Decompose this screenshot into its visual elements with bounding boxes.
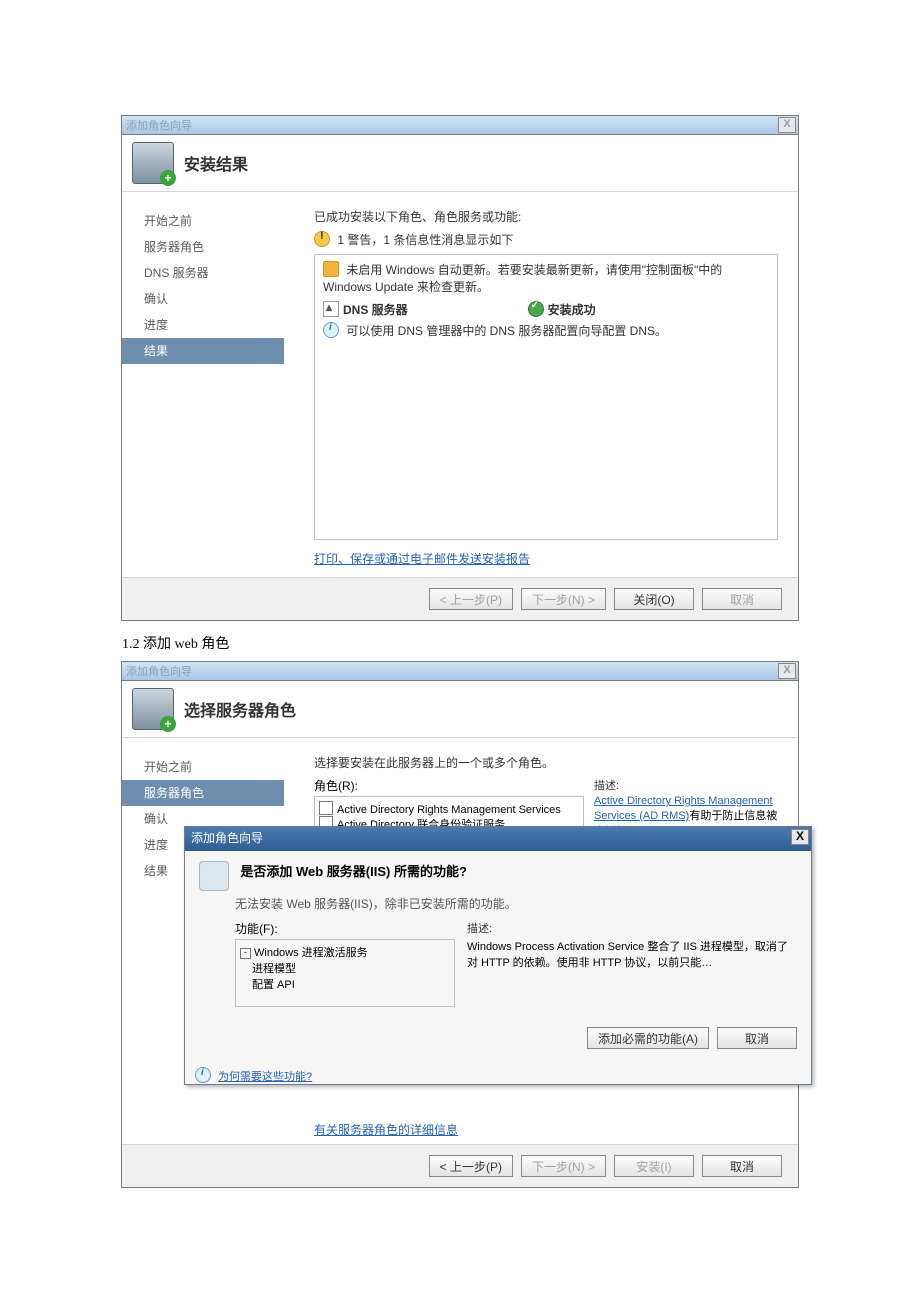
- success-icon: [528, 301, 544, 317]
- wizard-header: + 安装结果: [122, 135, 798, 192]
- close-icon[interactable]: X: [778, 663, 796, 679]
- server-role-icon: +: [132, 688, 174, 730]
- steps-sidebar: 开始之前 服务器角色 DNS 服务器 确认 进度 结果: [122, 192, 304, 577]
- wizard-icon: [199, 861, 229, 891]
- content-pane: 选择要安装在此服务器上的一个或多个角色。 角色(R): Active Direc…: [304, 738, 798, 1144]
- tree-node[interactable]: -Windows 进程激活服务: [240, 944, 450, 960]
- close-icon[interactable]: X: [778, 117, 796, 133]
- step-server-roles[interactable]: 服务器角色: [144, 234, 304, 260]
- func-label: 功能(F):: [235, 920, 455, 937]
- page-title: 选择服务器角色: [184, 697, 296, 721]
- step-before[interactable]: 开始之前: [144, 208, 304, 234]
- content-pane: 已成功安装以下角色、角色服务或功能: 1 警告，1 条信息性消息显示如下 未启用…: [304, 192, 798, 577]
- warning-icon: [314, 231, 330, 247]
- server-role-icon: +: [132, 142, 174, 184]
- instruction-text: 选择要安装在此服务器上的一个或多个角色。: [314, 754, 778, 771]
- report-link-row: 打印、保存或通过电子邮件发送安装报告: [314, 550, 778, 567]
- tree-child[interactable]: 进程模型: [240, 960, 450, 976]
- install-button: 安装(I): [614, 1155, 694, 1177]
- dialog-titlebar: 添加角色向导 X: [185, 827, 811, 851]
- why-link[interactable]: 为何需要这些功能?: [218, 1071, 312, 1083]
- wizard-buttons: < 上一步(P) 下一步(N) > 关闭(O) 取消: [122, 577, 798, 620]
- step-server-roles[interactable]: 服务器角色: [122, 780, 284, 806]
- page-title: 安装结果: [184, 151, 248, 175]
- function-description: 描述: Windows Process Activation Service 整…: [467, 920, 797, 1007]
- wizard-header: + 选择服务器角色: [122, 681, 798, 738]
- functions-tree[interactable]: -Windows 进程激活服务 进程模型 配置 API: [235, 939, 455, 1007]
- role-item[interactable]: Active Directory Rights Management Servi…: [319, 801, 579, 816]
- dialog-cancel-button[interactable]: 取消: [717, 1027, 797, 1049]
- dns-info-line: 可以使用 DNS 管理器中的 DNS 服务器配置向导配置 DNS。: [323, 322, 769, 339]
- step-results[interactable]: 结果: [122, 338, 284, 364]
- close-icon[interactable]: X: [791, 829, 809, 845]
- update-warning: 未启用 Windows 自动更新。若要安装最新更新，请使用"控制面板"中的 Wi…: [323, 261, 769, 295]
- wizard-buttons: < 上一步(P) 下一步(N) > 安装(I) 取消: [122, 1144, 798, 1187]
- wizard-select-roles: 添加角色向导 X + 选择服务器角色 开始之前 服务器角色 确认 进度 结果 选…: [121, 661, 799, 1188]
- success-message: 已成功安装以下角色、角色服务或功能:: [314, 208, 778, 225]
- roles-label: 角色(R):: [314, 777, 584, 794]
- info-icon: [323, 322, 339, 338]
- more-roles-link[interactable]: 有关服务器角色的详细信息: [314, 1123, 458, 1137]
- dialog-subline: 无法安装 Web 服务器(IIS)，除非已安装所需的功能。: [235, 895, 797, 912]
- dns-result-row: DNS 服务器 安装成功: [323, 301, 769, 318]
- checkbox-icon[interactable]: [319, 801, 333, 815]
- cancel-button: 取消: [702, 588, 782, 610]
- next-button: 下一步(N) >: [521, 1155, 606, 1177]
- step-progress[interactable]: 进度: [144, 312, 304, 338]
- step-before[interactable]: 开始之前: [144, 754, 304, 780]
- dialog-question-row: 是否添加 Web 服务器(IIS) 所需的功能?: [199, 861, 797, 891]
- add-required-button[interactable]: 添加必需的功能(A): [587, 1027, 709, 1049]
- document-heading: 1.2 添加 web 角色: [122, 633, 798, 653]
- dialog-buttons: 添加必需的功能(A) 取消: [185, 1017, 811, 1059]
- info-icon: [195, 1067, 211, 1083]
- func-desc-link[interactable]: Windows Process Activation Service: [467, 941, 644, 953]
- titlebar: 添加角色向导 X: [122, 662, 798, 681]
- step-dns-server[interactable]: DNS 服务器: [144, 260, 304, 286]
- prev-button[interactable]: < 上一步(P): [429, 1155, 513, 1177]
- warning-summary: 1 警告，1 条信息性消息显示如下: [314, 231, 778, 248]
- report-link[interactable]: 打印、保存或通过电子邮件发送安装报告: [314, 552, 530, 566]
- next-button: 下一步(N) >: [521, 588, 606, 610]
- cancel-button[interactable]: 取消: [702, 1155, 782, 1177]
- collapse-icon[interactable]: [323, 301, 339, 317]
- close-button[interactable]: 关闭(O): [614, 588, 694, 610]
- dialog-question: 是否添加 Web 服务器(IIS) 所需的功能?: [240, 864, 467, 879]
- prev-button: < 上一步(P): [429, 588, 513, 610]
- tree-child[interactable]: 配置 API: [240, 976, 450, 992]
- wizard-install-results: 添加角色向导 X + 安装结果 开始之前 服务器角色 DNS 服务器 确认 进度…: [121, 115, 799, 621]
- step-confirm[interactable]: 确认: [144, 286, 304, 312]
- tree-collapse-icon[interactable]: -: [240, 948, 251, 959]
- results-area: 未启用 Windows 自动更新。若要安装最新更新，请使用"控制面板"中的 Wi…: [314, 254, 778, 540]
- titlebar: 添加角色向导 X: [122, 116, 798, 135]
- why-link-row: 为何需要这些功能?: [195, 1067, 811, 1084]
- titlebar-text: 添加角色向导: [126, 117, 192, 133]
- required-features-dialog: 添加角色向导 X 是否添加 Web 服务器(IIS) 所需的功能? 无法安装 W…: [184, 826, 812, 1085]
- shield-icon: [323, 261, 339, 277]
- titlebar-text: 添加角色向导: [126, 663, 192, 679]
